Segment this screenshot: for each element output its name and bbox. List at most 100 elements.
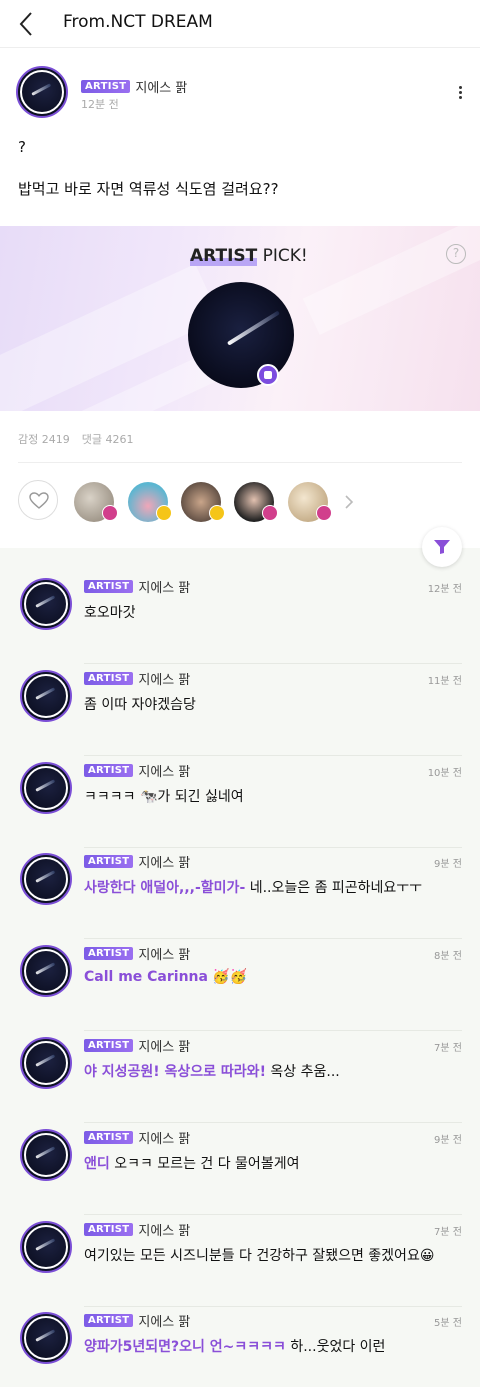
comment-mention: 앤디 — [84, 1156, 110, 1172]
comment-avatar[interactable] — [20, 853, 72, 905]
comment-body: ㅋㅋㅋㅋ 🐄가 되긴 싫네여 — [84, 789, 244, 805]
comment-time: 7분 전 — [434, 1227, 462, 1238]
post-stats: 감정 2419 댓글 4261 — [18, 431, 145, 447]
artist-badge: ARTIST — [84, 1223, 134, 1236]
comment-avatar[interactable] — [20, 762, 72, 814]
post-time: 12분 전 — [81, 98, 119, 111]
artist-badge: ARTIST — [84, 1314, 134, 1327]
artist-badge: ARTIST — [84, 947, 134, 960]
comment-body: 네..오늘은 좀 피곤하네요ㅜㅜ — [245, 880, 423, 896]
comment-time: 11분 전 — [427, 676, 462, 687]
heart-icon — [316, 505, 332, 521]
comment-item[interactable]: ARTIST 지에스 팕 11분 전 좀 이따 자야겠슴당 — [0, 664, 480, 756]
artist-badge: ARTIST — [84, 764, 134, 777]
comment-author[interactable]: 지에스 팕 — [138, 673, 190, 688]
like-button[interactable] — [18, 480, 58, 520]
artist-pick-title: ARTIST PICK! — [190, 246, 308, 266]
smile-icon — [209, 505, 225, 521]
comment-text: 호오마갓 — [84, 602, 136, 622]
comment-item[interactable]: ARTIST 지에스 팕 9분 전 사랑한다 애덜아,,,-할미가- 네..오늘은… — [0, 847, 480, 939]
comment-author[interactable]: 지에스 팕 — [138, 1040, 190, 1055]
comment-avatar[interactable] — [20, 1129, 72, 1181]
comment-author[interactable]: 지에스 팕 — [138, 1315, 190, 1330]
heart-icon — [262, 505, 278, 521]
comment-text: 양파가5년되면?오니 언~ㅋㅋㅋㅋ 하...웃었다 이런 — [84, 1336, 385, 1356]
comment-author[interactable]: 지에스 팕 — [138, 765, 190, 780]
help-icon[interactable]: ? — [446, 244, 466, 264]
comment-meta: ARTIST 지에스 팕 — [84, 1310, 190, 1330]
post-line-2: 밥먹고 바로 자면 역류성 식도염 걸려요?? — [18, 180, 279, 198]
comment-body: 여기있는 모든 시즈니분들 다 건강하구 잘됐으면 좋겠어요😀 — [84, 1248, 435, 1264]
comment-avatar[interactable] — [20, 945, 72, 997]
divider — [18, 462, 462, 463]
comment-text: 앤디 오ㅋㅋ 모르는 건 다 물어볼게여 — [84, 1153, 299, 1173]
app-header: From.NCT DREAM — [0, 0, 480, 48]
comment-body: 오ㅋㅋ 모르는 건 다 물어볼게여 — [109, 1156, 300, 1172]
comment-text: Call me Carinna 🥳🥳 — [84, 969, 247, 985]
comment-item[interactable]: ARTIST 지에스 팕 10분 전 ㅋㅋㅋㅋ 🐄가 되긴 싫네여 — [0, 756, 480, 848]
comment-time: 8분 전 — [434, 951, 462, 962]
comment-time: 5분 전 — [434, 1318, 462, 1329]
page-title: From.NCT DREAM — [63, 12, 213, 32]
emotion-count: 감정 2419 — [18, 433, 70, 446]
comment-meta: ARTIST 지에스 팕 — [84, 1219, 190, 1239]
comment-item[interactable]: ARTIST 지에스 팕 8분 전 Call me Carinna 🥳🥳 — [0, 939, 480, 1031]
comment-item[interactable]: ARTIST 지에스 팕 5분 전 양파가5년되면?오니 언~ㅋㅋㅋㅋ 하...웃… — [0, 1306, 480, 1387]
comment-item[interactable]: ARTIST 지에스 팕 9분 전 앤디 오ㅋㅋ 모르는 건 다 물어볼게여 — [0, 1123, 480, 1215]
comment-time: 9분 전 — [434, 859, 462, 870]
comment-meta: ARTIST 지에스 팕 — [84, 576, 190, 596]
comment-author[interactable]: 지에스 팕 — [138, 1224, 190, 1239]
artist-badge: ARTIST — [84, 1039, 134, 1052]
author-name[interactable]: 지에스 팕 — [135, 81, 187, 96]
comment-item[interactable]: ARTIST 지에스 팕 7분 전 여기있는 모든 시즈니분들 다 건강하구 잘됐… — [0, 1215, 480, 1307]
comment-body: 🥳🥳 — [207, 969, 248, 985]
comment-body: 옥상 추움... — [265, 1064, 340, 1080]
comment-avatar[interactable] — [20, 670, 72, 722]
comment-author[interactable]: 지에스 팕 — [138, 856, 190, 871]
chevron-right-icon[interactable] — [344, 494, 354, 514]
artist-badge: ARTIST — [84, 855, 134, 868]
comment-mention: 사랑한다 애덜아,,,-할미가- — [84, 880, 246, 896]
more-options-icon[interactable] — [456, 84, 464, 104]
comment-avatar[interactable] — [20, 578, 72, 630]
comment-meta: ARTIST 지에스 팕 — [84, 1035, 190, 1055]
comment-text: 좀 이따 자야겠슴당 — [84, 694, 196, 714]
comment-avatar[interactable] — [20, 1221, 72, 1273]
back-arrow-icon[interactable] — [14, 10, 42, 38]
smile-icon — [156, 505, 172, 521]
comment-author[interactable]: 지에스 팕 — [138, 948, 190, 963]
comment-text: ㅋㅋㅋㅋ 🐄가 되긴 싫네여 — [84, 786, 244, 806]
comment-text: 사랑한다 애덜아,,,-할미가- 네..오늘은 좀 피곤하네요ㅜㅜ — [84, 877, 422, 897]
comment-body: 하...웃었다 이런 — [285, 1339, 386, 1355]
comment-time: 9분 전 — [434, 1135, 462, 1146]
reactions-row — [0, 478, 480, 526]
post-line-1: ? — [18, 138, 26, 156]
post-author-meta: ARTIST 지에스 팕 — [81, 76, 187, 96]
author-avatar[interactable] — [16, 66, 68, 118]
artist-badge: ARTIST — [84, 580, 134, 593]
comment-time: 12분 전 — [427, 584, 462, 595]
heart-icon — [29, 492, 49, 509]
comment-mention: 야 지성공원! 옥상으로 따라와! — [84, 1064, 266, 1080]
comment-meta: ARTIST 지에스 팕 — [84, 943, 190, 963]
comment-text: 여기있는 모든 시즈니분들 다 건강하구 잘됐으면 좋겠어요😀 — [84, 1245, 434, 1265]
heart-icon — [102, 505, 118, 521]
comment-body: 좀 이따 자야겠슴당 — [84, 697, 196, 713]
comment-item[interactable]: ARTIST 지에스 팕 12분 전 호오마갓 — [0, 572, 480, 664]
comment-meta: ARTIST 지에스 팕 — [84, 1127, 190, 1147]
comment-item[interactable]: ARTIST 지에스 팕 7분 전 야 지성공원! 옥상으로 따라와! 옥상 추움… — [0, 1031, 480, 1123]
comment-body: 호오마갓 — [84, 605, 136, 621]
filter-button[interactable] — [422, 527, 462, 567]
comment-author[interactable]: 지에스 팕 — [138, 581, 190, 596]
comment-meta: ARTIST 지에스 팕 — [84, 760, 190, 780]
message-icon — [257, 364, 279, 386]
comment-avatar[interactable] — [20, 1037, 72, 1089]
comment-mention: 양파가5년되면?오니 언~ㅋㅋㅋㅋ — [84, 1339, 286, 1355]
comment-count: 댓글 4261 — [81, 433, 134, 446]
artist-badge: ARTIST — [81, 80, 131, 93]
comment-author[interactable]: 지에스 팕 — [138, 1132, 190, 1147]
comment-time: 10분 전 — [427, 768, 462, 779]
artist-badge: ARTIST — [84, 1131, 134, 1144]
comment-avatar[interactable] — [20, 1312, 72, 1364]
comment-meta: ARTIST 지에스 팕 — [84, 668, 190, 688]
